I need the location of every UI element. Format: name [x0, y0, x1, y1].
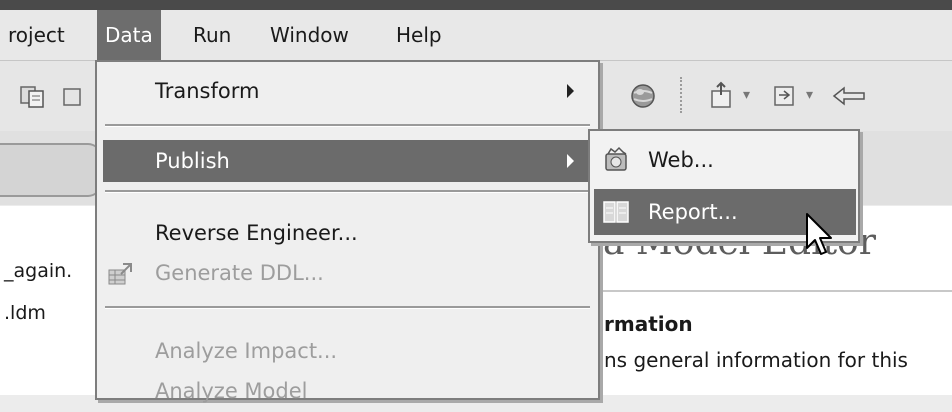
submenu-arrow-icon [567, 84, 574, 98]
project-view-tab[interactable] [0, 143, 102, 197]
globe-icon[interactable] [628, 81, 658, 111]
toolbar-separator [680, 77, 682, 113]
window-top-border [0, 0, 952, 10]
editor-divider [600, 290, 952, 292]
menu-item-label: Publish [155, 149, 230, 173]
menu-data[interactable]: Data [97, 10, 161, 60]
submenu-item-label: Web... [648, 148, 714, 172]
menu-item-label: Generate DDL... [155, 261, 324, 285]
menu-item-analyze-impact[interactable]: Analyze Impact... [97, 330, 598, 372]
menu-item-transform[interactable]: Transform [97, 70, 598, 112]
menu-item-analyze-model[interactable]: Analyze Model [97, 370, 598, 412]
mouse-pointer-icon [806, 213, 832, 255]
submenu-item-label: Report... [648, 200, 738, 224]
project-icon-2[interactable] [62, 81, 82, 111]
menubar: roject Data Run Window Help [0, 10, 952, 61]
chevron-down-icon[interactable]: ▾ [806, 87, 813, 103]
menu-item-generate-ddl[interactable]: Generate DDL... [97, 252, 598, 294]
project-explorer: _again. .ldm [0, 206, 97, 395]
menu-item-label: Reverse Engineer... [155, 221, 358, 245]
menu-separator [105, 190, 590, 193]
tree-item[interactable]: .ldm [4, 302, 46, 324]
menu-help[interactable]: Help [388, 10, 450, 60]
tree-item[interactable]: _again. [4, 260, 72, 282]
back-arrow-icon[interactable] [830, 81, 870, 111]
menu-item-label: Transform [155, 79, 260, 103]
submenu-arrow-icon [567, 154, 574, 168]
section-description: ns general information for this [604, 348, 908, 372]
menu-run[interactable]: Run [185, 10, 239, 60]
project-icon[interactable] [18, 81, 48, 111]
menu-separator [105, 306, 590, 309]
generate-ddl-icon [108, 263, 132, 285]
web-icon [605, 146, 627, 171]
data-menu-dropdown: Transform Publish Reverse Engineer... Ge… [95, 60, 600, 403]
menu-window[interactable]: Window [262, 10, 357, 60]
submenu-item-web[interactable]: Web... [594, 137, 856, 183]
export-icon[interactable] [708, 81, 738, 111]
menu-project[interactable]: roject [0, 10, 73, 60]
menu-separator [105, 124, 590, 127]
menu-item-reverse-engineer[interactable]: Reverse Engineer... [97, 212, 598, 254]
menu-item-label: Analyze Impact... [155, 339, 338, 363]
menu-item-label: Analyze Model [155, 379, 308, 403]
report-icon [603, 201, 629, 223]
menu-item-publish[interactable]: Publish [103, 140, 592, 182]
section-title: rmation [604, 312, 693, 336]
nav-icon[interactable] [770, 81, 800, 111]
chevron-down-icon[interactable]: ▾ [743, 87, 750, 103]
